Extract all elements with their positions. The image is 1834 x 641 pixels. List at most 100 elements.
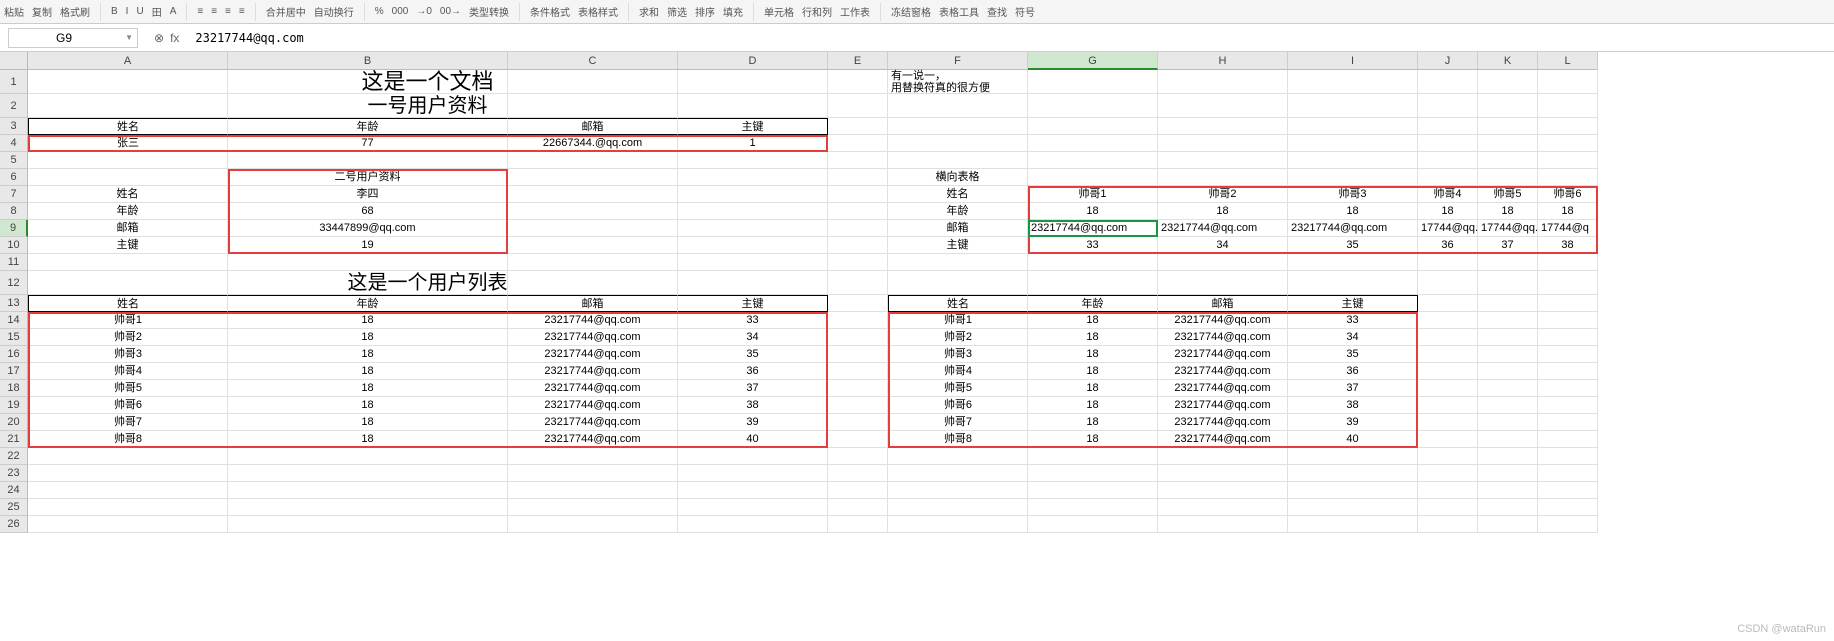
cell[interactable]: 23217744@qq.com bbox=[1158, 431, 1288, 448]
cell[interactable] bbox=[228, 516, 508, 533]
cell[interactable] bbox=[678, 499, 828, 516]
cell[interactable] bbox=[508, 254, 678, 271]
cell[interactable] bbox=[1538, 380, 1598, 397]
cell[interactable] bbox=[1158, 448, 1288, 465]
cell[interactable] bbox=[1158, 465, 1288, 482]
cell[interactable] bbox=[678, 169, 828, 186]
cell[interactable]: 36 bbox=[1288, 363, 1418, 380]
cell[interactable] bbox=[828, 70, 888, 94]
cell[interactable]: 帅哥5 bbox=[28, 380, 228, 397]
row-header-26[interactable]: 26 bbox=[0, 516, 28, 533]
cell[interactable] bbox=[1418, 499, 1478, 516]
cell[interactable]: 这是一个用户列表 bbox=[28, 271, 828, 295]
cell[interactable]: 18 bbox=[228, 414, 508, 431]
cell[interactable]: 年龄 bbox=[888, 203, 1028, 220]
row-header-13[interactable]: 13 bbox=[0, 295, 28, 312]
cell[interactable] bbox=[678, 254, 828, 271]
cell[interactable]: 23217744@qq.com bbox=[1158, 346, 1288, 363]
toolbar-item[interactable]: 粘贴 bbox=[4, 4, 24, 19]
cell[interactable]: 帅哥3 bbox=[28, 346, 228, 363]
cell[interactable] bbox=[1418, 346, 1478, 363]
cell[interactable] bbox=[1418, 431, 1478, 448]
cell[interactable] bbox=[1288, 152, 1418, 169]
cell[interactable]: 77 bbox=[228, 135, 508, 152]
cell[interactable]: 18 bbox=[1538, 203, 1598, 220]
cell[interactable]: 年龄 bbox=[228, 295, 508, 312]
toolbar-item[interactable]: 符号 bbox=[1015, 4, 1035, 19]
cell[interactable] bbox=[1158, 482, 1288, 499]
cell[interactable] bbox=[1418, 363, 1478, 380]
cell[interactable] bbox=[28, 448, 228, 465]
cell[interactable]: 邮箱 bbox=[28, 220, 228, 237]
cell[interactable]: 帅哥2 bbox=[28, 329, 228, 346]
col-header-B[interactable]: B bbox=[228, 52, 508, 70]
cell[interactable] bbox=[508, 499, 678, 516]
cell[interactable] bbox=[828, 346, 888, 363]
cell[interactable]: 18 bbox=[228, 431, 508, 448]
row-header-1[interactable]: 1 bbox=[0, 70, 28, 94]
cell[interactable] bbox=[678, 465, 828, 482]
cell[interactable] bbox=[1028, 70, 1158, 94]
cell[interactable]: 34 bbox=[1158, 237, 1288, 254]
cell[interactable]: 18 bbox=[1028, 380, 1158, 397]
col-header-E[interactable]: E bbox=[828, 52, 888, 70]
cell[interactable] bbox=[678, 186, 828, 203]
cell[interactable] bbox=[1028, 482, 1158, 499]
cell[interactable] bbox=[1538, 465, 1598, 482]
cell[interactable] bbox=[1478, 380, 1538, 397]
cell[interactable] bbox=[1028, 152, 1158, 169]
cell[interactable]: 23217744@qq.com bbox=[508, 380, 678, 397]
cell[interactable] bbox=[828, 295, 888, 312]
cell[interactable] bbox=[1288, 70, 1418, 94]
row-header-5[interactable]: 5 bbox=[0, 152, 28, 169]
cell[interactable] bbox=[888, 135, 1028, 152]
cell[interactable] bbox=[1288, 516, 1418, 533]
cell[interactable]: 邮箱 bbox=[1158, 295, 1288, 312]
cell[interactable] bbox=[1158, 152, 1288, 169]
toolbar-item[interactable]: 查找 bbox=[987, 4, 1007, 19]
toolbar-item[interactable]: B bbox=[111, 6, 118, 17]
cell[interactable] bbox=[828, 186, 888, 203]
cell[interactable] bbox=[1028, 271, 1158, 295]
cell[interactable] bbox=[888, 152, 1028, 169]
cell[interactable] bbox=[1288, 94, 1418, 118]
row-header-14[interactable]: 14 bbox=[0, 312, 28, 329]
cell[interactable]: 37 bbox=[1288, 380, 1418, 397]
cell[interactable] bbox=[1478, 346, 1538, 363]
cell[interactable] bbox=[508, 152, 678, 169]
cell[interactable]: 18 bbox=[228, 397, 508, 414]
cell[interactable] bbox=[1478, 499, 1538, 516]
cell[interactable] bbox=[228, 465, 508, 482]
cell[interactable] bbox=[1538, 431, 1598, 448]
cell[interactable]: 35 bbox=[1288, 237, 1418, 254]
cell[interactable] bbox=[1538, 94, 1598, 118]
row-header-9[interactable]: 9 bbox=[0, 220, 28, 237]
cell[interactable] bbox=[1538, 254, 1598, 271]
toolbar-item[interactable]: ≡ bbox=[211, 6, 217, 17]
cell[interactable] bbox=[1288, 448, 1418, 465]
toolbar-item[interactable]: 筛选 bbox=[667, 4, 687, 19]
cell[interactable] bbox=[1478, 397, 1538, 414]
cell[interactable]: 姓名 bbox=[28, 186, 228, 203]
cell[interactable] bbox=[1538, 329, 1598, 346]
cell[interactable]: 帅哥4 bbox=[1418, 186, 1478, 203]
cell[interactable]: 18 bbox=[1028, 329, 1158, 346]
cell[interactable] bbox=[228, 482, 508, 499]
col-header-L[interactable]: L bbox=[1538, 52, 1598, 70]
cell[interactable]: 35 bbox=[1288, 346, 1418, 363]
cell[interactable] bbox=[828, 414, 888, 431]
col-header-I[interactable]: I bbox=[1288, 52, 1418, 70]
cell[interactable] bbox=[828, 499, 888, 516]
toolbar-item[interactable]: % bbox=[375, 6, 384, 17]
cell[interactable] bbox=[1418, 397, 1478, 414]
cell[interactable] bbox=[828, 516, 888, 533]
cell[interactable]: 帅哥7 bbox=[28, 414, 228, 431]
cell[interactable] bbox=[828, 135, 888, 152]
cell[interactable] bbox=[1158, 169, 1288, 186]
row-header-25[interactable]: 25 bbox=[0, 499, 28, 516]
cell[interactable]: 33447899@qq.com bbox=[228, 220, 508, 237]
cell[interactable]: 35 bbox=[678, 346, 828, 363]
cell[interactable]: 23217744@qq.com bbox=[1158, 414, 1288, 431]
cell[interactable] bbox=[1538, 516, 1598, 533]
cell[interactable] bbox=[1478, 135, 1538, 152]
